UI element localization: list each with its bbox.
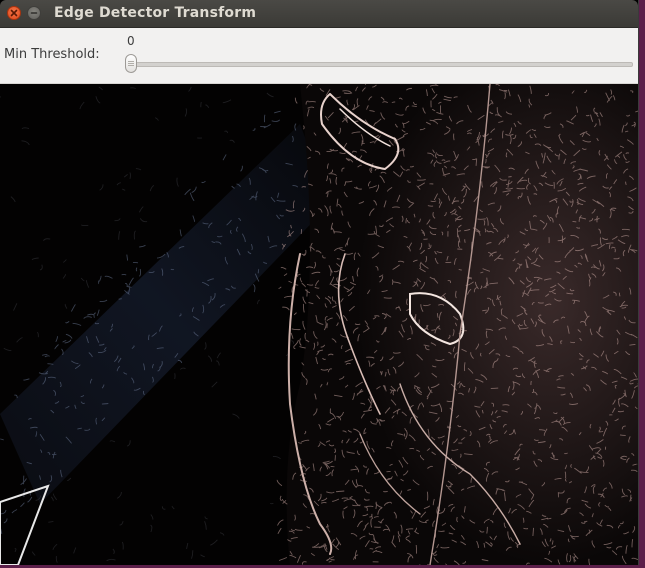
trackbar-value: 0 bbox=[127, 34, 135, 48]
thumb-grip-line bbox=[128, 65, 134, 66]
close-button[interactable] bbox=[7, 6, 21, 20]
trackbar-label: Min Threshold: bbox=[4, 47, 100, 62]
title-bar[interactable]: Edge Detector Transform bbox=[0, 0, 638, 28]
edge-detected-image bbox=[0, 84, 638, 565]
minimize-button[interactable] bbox=[27, 6, 41, 20]
window-title: Edge Detector Transform bbox=[54, 5, 257, 21]
close-icon bbox=[10, 9, 18, 17]
thumb-grip-line bbox=[128, 61, 134, 62]
min-threshold-slider-track[interactable] bbox=[128, 62, 633, 67]
minimize-icon bbox=[30, 12, 38, 14]
trackbar-panel: Min Threshold: 0 bbox=[0, 28, 638, 84]
app-window: Edge Detector Transform Min Threshold: 0 bbox=[0, 0, 639, 565]
min-threshold-slider-thumb[interactable] bbox=[125, 54, 137, 73]
edge-image-svg bbox=[0, 84, 638, 565]
thumb-grip-line bbox=[128, 63, 134, 64]
